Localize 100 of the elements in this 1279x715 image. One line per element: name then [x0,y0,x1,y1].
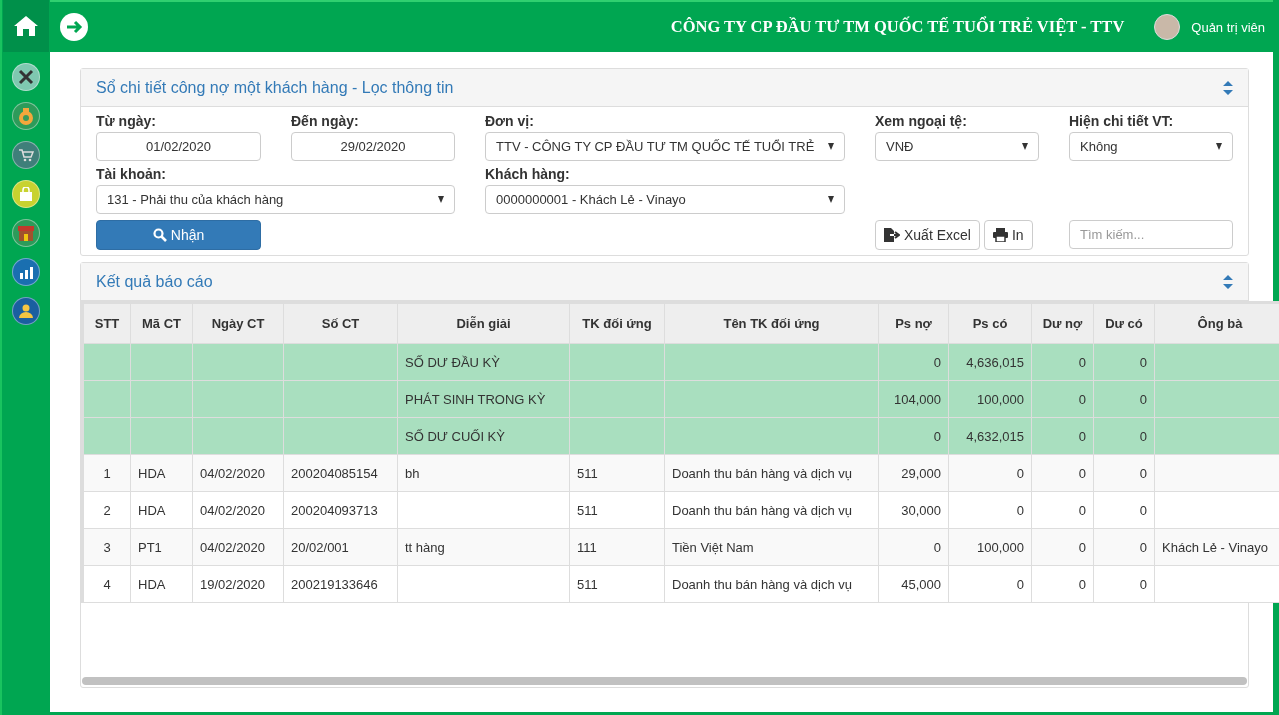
field-label: Xem ngoại tệ: [875,112,968,131]
printer-icon [992,228,1008,242]
table-cell: 511 [569,454,665,492]
store-icon[interactable] [12,219,40,247]
caret-icon [1022,143,1028,150]
unit-select[interactable]: TTV - CÔNG TY CP ĐẦU TƯ TM QUỐC TẾ TUỔI TRẺ [485,132,845,161]
table-cell: HDA [130,565,193,603]
customer-select[interactable]: 0000000001 - Khách Lẻ - Vinayo [485,185,845,214]
table-cell: 0 [1093,454,1155,492]
field-label: Hiện chi tiết VT: [1069,112,1175,131]
table-cell: SỐ DƯ ĐẦU KỲ [397,343,570,381]
column-header[interactable]: Số CT [283,302,398,344]
account-select[interactable]: 131 - Phải thu của khách hàng [96,185,455,214]
table-cell: 45,000 [878,565,949,603]
panel-title: Kết quả báo cáo [96,272,213,291]
file-export-icon [884,228,900,242]
field-label: Đơn vị: [485,112,535,131]
currency-select[interactable]: VNĐ [875,132,1039,161]
company-name: CÔNG TY CP ĐẦU TƯ TM QUỐC TẾ TUỔI TRẺ VIỆT - TTV [670,17,1125,37]
table-cell: bh [397,454,570,492]
user-group-icon[interactable] [12,297,40,325]
table-cell: 1 [82,454,131,492]
table-cell: Doanh thu bán hàng và dịch vụ [664,491,879,529]
shopping-bag-icon[interactable] [12,180,40,208]
table-cell: 0 [1093,343,1155,381]
table-cell: 04/02/2020 [192,528,284,566]
search-field[interactable]: Tìm kiếm... [1069,220,1233,249]
table-cell: 4,636,015 [948,343,1032,381]
table-cell [130,380,193,418]
to-date-field[interactable]: 29/02/2020 [291,132,455,161]
table-cell: 4,632,015 [948,417,1032,455]
table-cell: 111 [569,528,665,566]
column-header[interactable]: Ngày CT [192,302,284,344]
column-header[interactable]: Diễn giải [397,302,570,344]
table-cell: SỐ DƯ CUỐI KỲ [397,417,570,455]
caret-icon [828,196,834,203]
table-cell: Doanh thu bán hàng và dịch vụ [664,565,879,603]
table-cell: 0 [1093,380,1155,418]
column-header[interactable]: Ps có [948,302,1032,344]
table-cell: 4 [82,565,131,603]
submit-button[interactable]: Nhận [96,220,261,250]
sort-icon[interactable] [1223,80,1233,95]
table-cell: 200219133646 [283,565,398,603]
table-cell: 04/02/2020 [192,491,284,529]
table-cell: 104,000 [878,380,949,418]
table-cell: 0 [1093,528,1155,566]
table-cell: 0 [1093,565,1155,603]
table-cell: 29,000 [878,454,949,492]
print-button[interactable]: In [983,220,1033,250]
column-header[interactable]: Ông bà [1154,302,1279,344]
arrow-right-icon[interactable] [60,13,88,41]
field-label: Khách hàng: [485,165,571,184]
caret-icon [828,143,834,150]
table-cell: 0 [1031,417,1094,455]
column-header[interactable]: TK đối ứng [569,302,665,344]
table-cell: 0 [878,528,949,566]
table-cell: 2 [82,491,131,529]
table-cell: 100,000 [948,380,1032,418]
cart-icon[interactable] [12,141,40,169]
panel-title: Sổ chi tiết công nợ một khách hàng - Lọc thông tin [96,78,454,97]
table-cell: 511 [569,491,665,529]
chart-icon[interactable] [12,258,40,286]
detail-select[interactable]: Không [1069,132,1233,161]
from-date-field[interactable]: 01/02/2020 [96,132,261,161]
avatar [1154,14,1181,40]
search-icon [152,228,167,242]
table-cell: 0 [1031,491,1094,529]
table-cell: 20/02/001 [283,528,398,566]
table-cell: 0 [1093,417,1155,455]
table-cell [130,417,193,455]
column-header[interactable]: Tên TK đối ứng [664,302,879,344]
column-header[interactable]: Ps nợ [878,302,949,344]
table-cell: 0 [948,454,1032,492]
table-cell: 04/02/2020 [192,454,284,492]
home-icon[interactable] [3,0,49,52]
table-cell: 0 [1031,454,1094,492]
table-cell: 0 [1031,565,1094,603]
table-cell: 0 [948,565,1032,603]
table-cell: Doanh thu bán hàng và dịch vụ [664,454,879,492]
table-cell: 100,000 [948,528,1032,566]
column-header[interactable]: Mã CT [130,302,193,344]
table-cell: PT1 [130,528,193,566]
table-cell: 0 [878,417,949,455]
column-header[interactable]: STT [82,302,131,344]
table-cell: 200204085154 [283,454,398,492]
field-label: Từ ngày: [96,112,157,131]
table-cell: 511 [569,565,665,603]
table-cell: tt hàng [397,528,570,566]
sort-icon[interactable] [1223,274,1233,289]
table-cell: PHÁT SINH TRONG KỲ [397,380,570,418]
field-label: Đến ngày: [291,112,360,131]
column-header[interactable]: Dư có [1093,302,1155,344]
column-header[interactable]: Dư nợ [1031,302,1094,344]
table-cell: Tiền Việt Nam [664,528,879,566]
field-label: Tài khoản: [96,165,167,184]
scrollbar[interactable] [82,677,1247,685]
table-cell: 200204093713 [283,491,398,529]
export-excel-button[interactable]: Xuất Excel [875,220,980,250]
caret-icon [1216,143,1222,150]
table-cell: HDA [130,454,193,492]
